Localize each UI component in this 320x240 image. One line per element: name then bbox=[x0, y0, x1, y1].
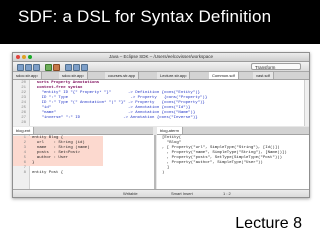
tab-common-sdf[interactable]: Common.sdf bbox=[209, 72, 239, 79]
entity-editor[interactable]: 1 entity Blog { 2 url : String (id) 3 nam… bbox=[13, 135, 156, 189]
minimize-window-icon[interactable] bbox=[22, 55, 26, 59]
slide-title: SDF: a DSL for Syntax Definition bbox=[18, 7, 272, 26]
new-file-icon[interactable] bbox=[17, 64, 24, 71]
run-icon[interactable] bbox=[45, 64, 52, 71]
tab-sdoc-2[interactable]: sdoc.str.app bbox=[59, 72, 88, 79]
tab-vast-sdf[interactable]: vast.sdf bbox=[253, 72, 274, 79]
tab-sdoc-1[interactable]: sdoc.str.app bbox=[13, 72, 42, 79]
window-titlebar: Java – Eclipse SDK – /Users/eelcovisser/… bbox=[13, 53, 309, 62]
editor-tabs-right: blog.aterm bbox=[157, 127, 309, 135]
search-icon[interactable] bbox=[65, 64, 72, 71]
status-insert-mode: Smart Insert bbox=[171, 191, 193, 196]
code-line-highlighted: 6} bbox=[13, 161, 103, 166]
window-title: Java – Eclipse SDK – /Users/eelcovisser/… bbox=[108, 54, 214, 59]
forward-icon[interactable] bbox=[81, 64, 88, 71]
tab-lecture[interactable]: Lecture.str.app bbox=[157, 72, 191, 79]
close-window-icon[interactable] bbox=[16, 55, 20, 59]
status-writable: Writable bbox=[123, 191, 138, 196]
vertical-scrollbar[interactable] bbox=[304, 80, 309, 126]
debug-icon[interactable] bbox=[53, 64, 60, 71]
tab-blog-ent[interactable]: blog.ent bbox=[13, 127, 35, 134]
aterm-viewer[interactable]: [Entity( "Blog" , [ Property("url", Simp… bbox=[157, 135, 309, 189]
status-cursor-position: 1 : 2 bbox=[223, 191, 231, 196]
sdf-editor[interactable]: 20 sorts Property Annotations 21 context… bbox=[13, 80, 309, 126]
tab-blog-aterm[interactable]: blog.aterm bbox=[157, 127, 183, 134]
tab-courses[interactable]: courses.str.app bbox=[105, 72, 140, 79]
editor-tabs-left: blog.ent bbox=[13, 127, 153, 135]
main-toolbar: Transform bbox=[13, 62, 309, 72]
back-icon[interactable] bbox=[73, 64, 80, 71]
lecture-footer: Lecture 8 bbox=[235, 215, 302, 232]
slide-title-band: SDF: a DSL for Syntax Definition bbox=[0, 0, 320, 44]
save-icon[interactable] bbox=[25, 64, 32, 71]
eclipse-window: Java – Eclipse SDK – /Users/eelcovisser/… bbox=[12, 52, 310, 198]
zoom-window-icon[interactable] bbox=[28, 55, 32, 59]
status-bar: Writable Smart Insert 1 : 2 bbox=[13, 189, 309, 197]
perspective-switcher[interactable]: Transform bbox=[251, 63, 301, 70]
print-icon[interactable] bbox=[33, 64, 40, 71]
editor-tabs-top: sdoc.str.app sdoc.str.app courses.str.ap… bbox=[13, 72, 309, 80]
